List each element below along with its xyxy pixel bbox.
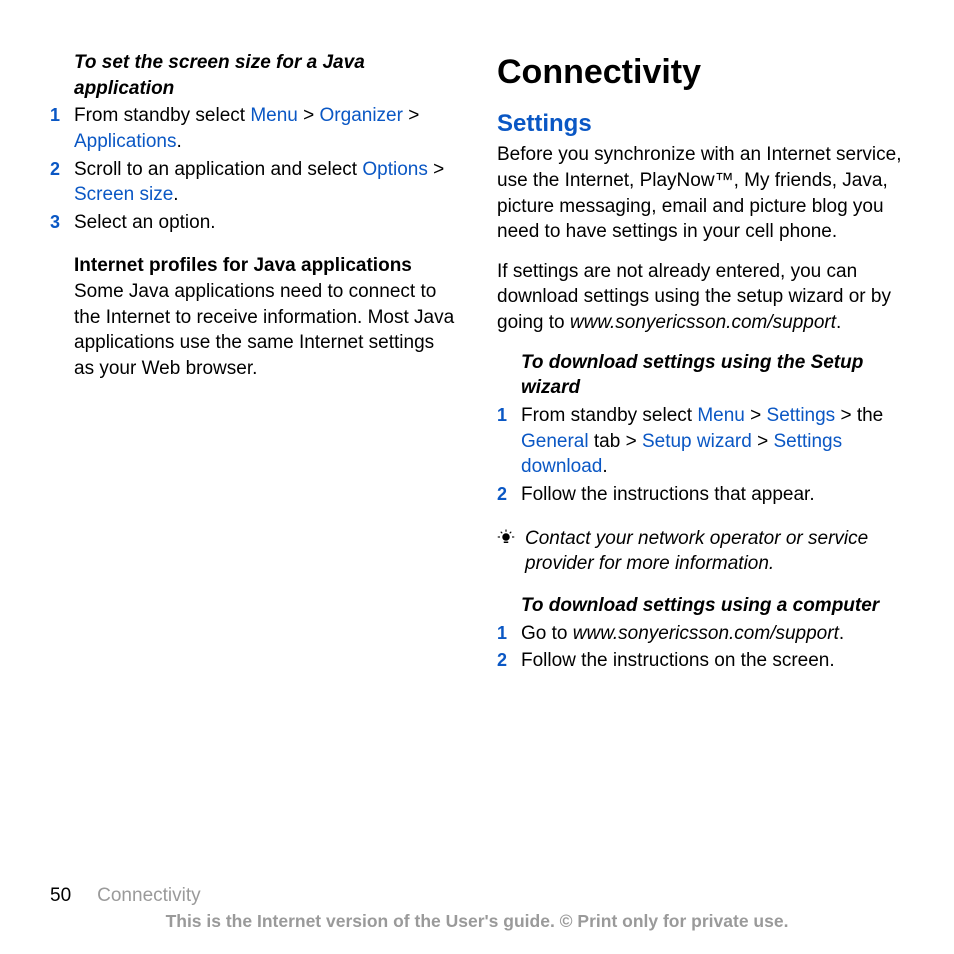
footer-top-line: 50 Connectivity xyxy=(50,883,904,909)
step-number: 2 xyxy=(497,482,521,508)
step-number: 2 xyxy=(497,648,521,674)
list-item: 3 Select an option. xyxy=(50,210,457,236)
list-item: 1 Go to www.sonyericsson.com/support. xyxy=(497,621,904,647)
step-body: Select an option. xyxy=(74,210,457,236)
step-body: Scroll to an application and select Opti… xyxy=(74,157,457,208)
step-body: From standby select Menu > Settings > th… xyxy=(521,403,904,480)
procedure-steps-computer: 1 Go to www.sonyericsson.com/support. 2 … xyxy=(497,621,904,674)
settings-intro-paragraph: Before you synchronize with an Internet … xyxy=(497,142,904,245)
text: . xyxy=(176,131,181,152)
menu-link: Menu xyxy=(697,405,745,426)
step-number: 1 xyxy=(497,403,521,480)
text: . xyxy=(839,623,844,644)
step-body: Follow the instructions that appear. xyxy=(521,482,904,508)
step-number: 1 xyxy=(497,621,521,647)
subheading-internet-profiles: Internet profiles for Java applications xyxy=(74,253,457,279)
screen-size-link: Screen size xyxy=(74,184,173,205)
organizer-link: Organizer xyxy=(320,105,403,126)
step-number: 3 xyxy=(50,210,74,236)
support-url: www.sonyericsson.com/support xyxy=(573,623,839,644)
procedure-title-computer: To download settings using a computer xyxy=(521,593,904,619)
step-body: From standby select Menu > Organizer > A… xyxy=(74,103,457,154)
settings-link: Settings xyxy=(767,405,836,426)
procedure-title-screen-size: To set the screen size for a Java applic… xyxy=(74,50,457,101)
tip-block: Contact your network operator or service… xyxy=(497,526,904,577)
text: . xyxy=(836,312,841,333)
setup-wizard-link: Setup wizard xyxy=(642,431,752,452)
procedure-title-setup-wizard: To download settings using the Setup wiz… xyxy=(521,350,904,401)
step-number: 1 xyxy=(50,103,74,154)
step-body: Follow the instructions on the screen. xyxy=(521,648,904,674)
right-column: Connectivity Settings Before you synchro… xyxy=(497,50,904,692)
text: . xyxy=(173,184,178,205)
list-item: 1 From standby select Menu > Settings > … xyxy=(497,403,904,480)
list-item: 2 Follow the instructions that appear. xyxy=(497,482,904,508)
step-body: Go to www.sonyericsson.com/support. xyxy=(521,621,904,647)
list-item: 2 Follow the instructions on the screen. xyxy=(497,648,904,674)
lightbulb-icon xyxy=(497,526,519,577)
footer-section-name: Connectivity xyxy=(97,885,201,906)
procedure-steps-setup-wizard: 1 From standby select Menu > Settings > … xyxy=(497,403,904,508)
section-title-settings: Settings xyxy=(497,108,904,140)
list-item: 1 From standby select Menu > Organizer >… xyxy=(50,103,457,154)
separator: > xyxy=(298,105,320,126)
menu-link: Menu xyxy=(250,105,298,126)
separator: > xyxy=(745,405,767,426)
tip-text: Contact your network operator or service… xyxy=(525,526,904,577)
list-item: 2 Scroll to an application and select Op… xyxy=(50,157,457,208)
separator: > xyxy=(752,431,774,452)
separator: > the xyxy=(835,405,883,426)
chapter-title: Connectivity xyxy=(497,50,904,96)
procedure-steps-screen-size: 1 From standby select Menu > Organizer >… xyxy=(50,103,457,235)
separator: tab > xyxy=(589,431,642,452)
step-number: 2 xyxy=(50,157,74,208)
support-url: www.sonyericsson.com/support xyxy=(570,312,836,333)
text: From standby select xyxy=(521,405,697,426)
text: Go to xyxy=(521,623,573,644)
settings-download-paragraph: If settings are not already entered, you… xyxy=(497,259,904,336)
text: . xyxy=(602,456,607,477)
text: Scroll to an application and select xyxy=(74,159,362,180)
applications-link: Applications xyxy=(74,131,176,152)
text: From standby select xyxy=(74,105,250,126)
separator: > xyxy=(403,105,419,126)
page-number: 50 xyxy=(50,885,71,906)
footer-notice: This is the Internet version of the User… xyxy=(50,910,904,934)
options-link: Options xyxy=(362,159,427,180)
page-footer: 50 Connectivity This is the Internet vers… xyxy=(50,883,904,934)
body-internet-profiles: Some Java applications need to connect t… xyxy=(74,279,457,382)
left-column: To set the screen size for a Java applic… xyxy=(50,50,457,692)
separator: > xyxy=(428,159,444,180)
general-link: General xyxy=(521,431,589,452)
